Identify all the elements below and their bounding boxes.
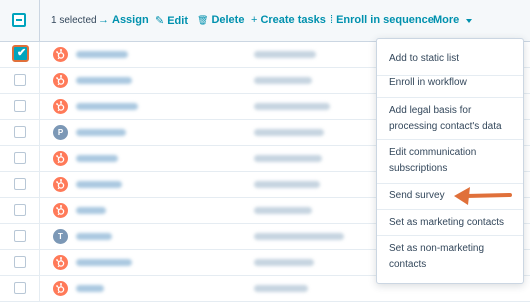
menu-divider <box>377 97 523 98</box>
contact-email-redacted <box>254 233 344 240</box>
enroll-in-sequence-label: Enroll in sequence <box>336 14 434 26</box>
contact-email-redacted <box>254 51 316 58</box>
contact-email-redacted <box>254 181 320 188</box>
selected-count: 1 selected <box>51 15 97 26</box>
column-divider <box>39 120 40 146</box>
menu-divider <box>377 235 523 236</box>
column-divider <box>39 276 40 302</box>
contact-email-redacted <box>254 259 314 266</box>
contact-name-redacted <box>76 259 132 266</box>
hubspot-avatar-icon <box>53 177 68 192</box>
more-actions-menu: Add to static list Enroll in workflow Ad… <box>376 38 524 284</box>
column-divider <box>39 198 40 224</box>
contact-email-redacted <box>254 155 322 162</box>
column-divider <box>39 42 40 68</box>
hubspot-avatar-icon <box>53 73 68 88</box>
row-checkbox[interactable] <box>14 204 26 216</box>
menu-divider <box>377 139 523 140</box>
bulk-actions-toolbar: 1 selected → Assign ✎ Edit 🗑 Delete + Cr… <box>0 0 530 42</box>
delete-button[interactable]: 🗑 Delete <box>197 14 244 26</box>
menu-item-add-legal-basis[interactable]: Add legal basis for processing contact's… <box>389 103 517 135</box>
row-checkbox[interactable] <box>14 74 26 86</box>
delete-label: Delete <box>211 14 245 26</box>
column-divider <box>39 224 40 250</box>
contact-name-redacted <box>76 233 112 240</box>
contact-name-redacted <box>76 181 122 188</box>
assign-label: Assign <box>112 14 149 26</box>
menu-divider <box>377 209 523 210</box>
row-checkbox[interactable] <box>14 282 26 294</box>
row-checkbox[interactable] <box>14 256 26 268</box>
contact-name-redacted <box>76 285 104 292</box>
enroll-in-sequence-button[interactable]: ⁞ Enroll in sequence <box>330 14 434 26</box>
hubspot-avatar-icon <box>53 99 68 114</box>
create-tasks-button[interactable]: + Create tasks <box>251 14 326 26</box>
arrow-right-icon: → <box>98 14 109 26</box>
select-all-checkbox[interactable] <box>12 13 26 27</box>
row-checkbox[interactable]: ✔ <box>12 45 29 62</box>
menu-item-edit-communication-subscriptions[interactable]: Edit communication subscriptions <box>389 145 517 177</box>
toolbar-divider <box>39 0 40 42</box>
menu-item-set-as-marketing-contacts[interactable]: Set as marketing contacts <box>389 215 517 231</box>
row-checkbox[interactable] <box>14 126 26 138</box>
contact-email-redacted <box>254 207 312 214</box>
hubspot-avatar-icon <box>53 281 68 296</box>
menu-item-enroll-in-workflow[interactable]: Enroll in workflow <box>389 75 517 91</box>
contact-name-redacted <box>76 103 138 110</box>
annotation-arrow-icon <box>454 187 512 205</box>
menu-item-add-to-static-list[interactable]: Add to static list <box>389 51 517 67</box>
column-divider <box>39 146 40 172</box>
hubspot-avatar-icon <box>53 255 68 270</box>
row-checkbox[interactable] <box>14 152 26 164</box>
contact-name-redacted <box>76 51 128 58</box>
trash-icon: 🗑 <box>197 14 209 25</box>
hubspot-avatar-icon <box>53 203 68 218</box>
column-divider <box>39 172 40 198</box>
assign-button[interactable]: → Assign <box>98 14 149 26</box>
row-checkbox[interactable] <box>14 230 26 242</box>
more-dropdown-button[interactable]: More <box>433 14 473 26</box>
column-divider <box>39 68 40 94</box>
contact-name-redacted <box>76 155 118 162</box>
contact-name-redacted <box>76 207 106 214</box>
contact-email-redacted <box>254 285 308 292</box>
plus-icon: + <box>251 14 258 26</box>
row-checkbox[interactable] <box>14 178 26 190</box>
contact-name-redacted <box>76 129 126 136</box>
row-checkbox[interactable] <box>14 100 26 112</box>
create-tasks-label: Create tasks <box>260 14 326 26</box>
pencil-icon: ✎ <box>155 15 165 27</box>
contact-email-redacted <box>254 129 324 136</box>
edit-button[interactable]: ✎ Edit <box>155 14 188 28</box>
column-divider <box>39 94 40 120</box>
caret-down-icon <box>466 18 473 23</box>
contact-email-redacted <box>254 103 330 110</box>
more-label: More <box>433 14 460 26</box>
menu-item-set-as-non-marketing-contacts[interactable]: Set as non-marketing contacts <box>389 241 517 273</box>
contact-email-redacted <box>254 77 312 84</box>
column-divider <box>39 250 40 276</box>
checkmark-icon: ✔ <box>17 47 27 59</box>
avatar: T <box>53 229 68 244</box>
hubspot-avatar-icon <box>53 151 68 166</box>
contact-name-redacted <box>76 77 132 84</box>
sequence-icon: ⁞ <box>330 14 334 26</box>
hubspot-avatar-icon <box>53 47 68 62</box>
avatar: P <box>53 125 68 140</box>
edit-label: Edit <box>167 14 188 27</box>
